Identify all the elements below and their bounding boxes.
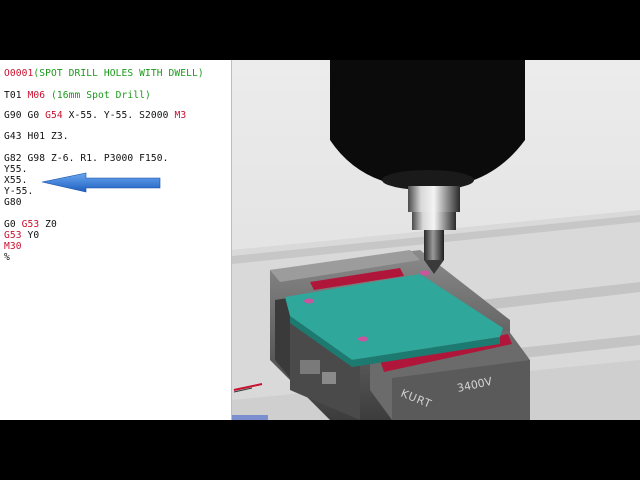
- tool-holder-collar: [408, 186, 460, 212]
- spot-hole-2: [420, 270, 430, 276]
- view-cube-edge: [232, 415, 268, 420]
- spot-drill-shank: [424, 230, 444, 260]
- pointer-arrow: [41, 172, 161, 193]
- top-letterbox: [0, 0, 640, 60]
- vise-screw-detail-2: [322, 372, 336, 384]
- tool-holder-nut: [412, 212, 456, 230]
- panel-divider: [231, 60, 232, 420]
- spot-hole-3: [358, 336, 368, 342]
- vise-screw-detail: [300, 360, 320, 374]
- arrow-overlay: [41, 172, 161, 193]
- gcode-panel: O0001(SPOT DRILL HOLES WITH DWELL) T01 M0…: [0, 60, 232, 420]
- spot-hole-1: [304, 298, 314, 304]
- bottom-letterbox: [0, 420, 640, 480]
